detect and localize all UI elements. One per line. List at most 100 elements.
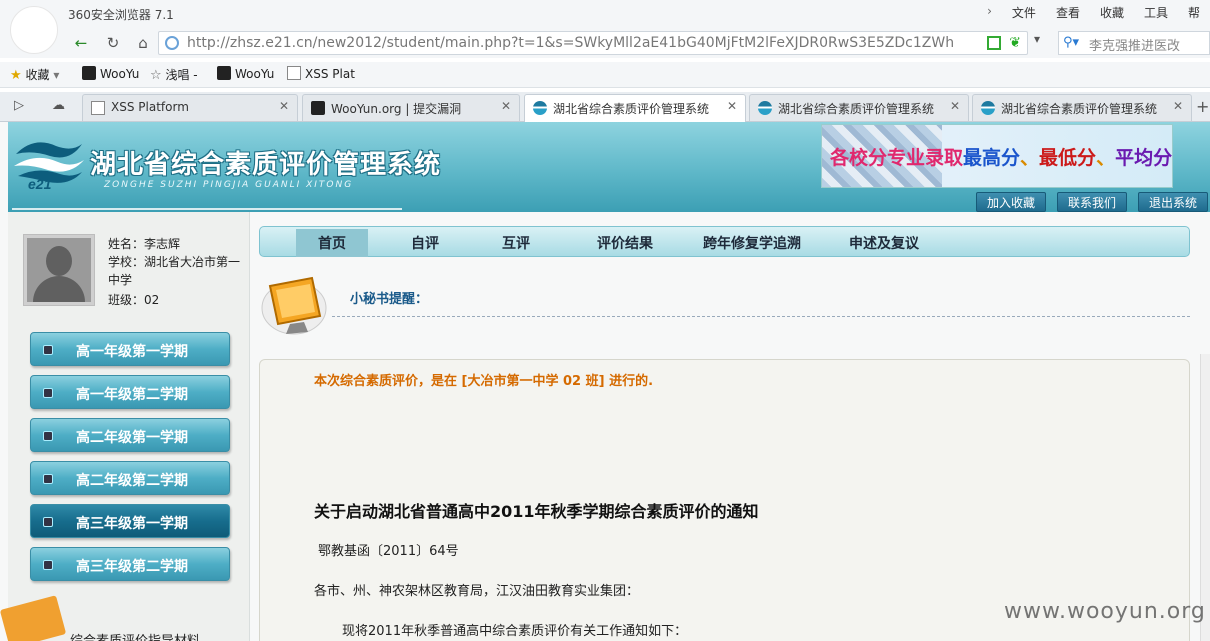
ad-text-sep: 、 — [1020, 147, 1040, 169]
semester-1-2-button[interactable]: 高一年级第二学期 — [30, 375, 230, 409]
page-icon — [91, 101, 105, 115]
student-name: 姓名：李志辉 — [108, 237, 181, 251]
divider — [332, 316, 1190, 317]
e21-icon — [758, 101, 772, 115]
watermark-text: www.wooyun.org — [1004, 599, 1206, 624]
e21-icon — [981, 101, 995, 115]
close-icon[interactable]: ✕ — [1173, 99, 1183, 113]
site-banner: e21 湖北省综合素质评价管理系统 ZONGHE SUZHI PINGJIA G… — [8, 122, 1210, 212]
semester-2-2-button[interactable]: 高二年级第二学期 — [30, 461, 230, 495]
nav-cross-year[interactable]: 跨年修复学追溯 — [703, 233, 801, 253]
tab-e21-active[interactable]: 湖北省综合素质评价管理系统 ✕ — [524, 94, 746, 122]
url-field[interactable]: http://zhsz.e21.cn/new2012/student/main.… — [158, 31, 1028, 55]
main-nav: 首页 自评 互评 评价结果 跨年修复学追溯 申述及复议 — [259, 226, 1190, 257]
qr-code-icon[interactable] — [987, 36, 1001, 50]
favorites-button[interactable]: ★ 收藏 ▾ — [10, 66, 59, 83]
person-silhouette-icon — [27, 238, 91, 302]
address-toolbar: ← ↻ ⌂ http://zhsz.e21.cn/new2012/student… — [0, 28, 1210, 58]
page-scrollbar[interactable] — [1200, 354, 1210, 641]
semester-label: 高三年级第二学期 — [76, 559, 188, 575]
back-arrow-icon[interactable]: ← — [70, 32, 92, 54]
browser-titlebar: 360安全浏览器 7.1 › 文件 查看 收藏 工具 帮 — [0, 0, 1210, 28]
bullet-icon — [43, 388, 53, 398]
wooyun-icon — [217, 66, 231, 80]
menu-help[interactable]: 帮 — [1178, 4, 1210, 21]
nav-appeal[interactable]: 申述及复议 — [849, 233, 919, 253]
semester-3-2-button[interactable]: 高三年级第二学期 — [30, 547, 230, 581]
url-dropdown-icon[interactable]: ▾ — [1034, 32, 1040, 46]
nav-peer-eval[interactable]: 互评 — [502, 233, 530, 253]
close-icon[interactable]: ✕ — [279, 99, 289, 113]
favorites-bar: ★ 收藏 ▾ WooYu ☆ 浅唱 - WooYu XSS Plat — [0, 62, 1210, 88]
secretary-reminder-label: 小秘书提醒： — [350, 292, 429, 307]
semester-label: 高一年级第一学期 — [76, 344, 188, 360]
semester-label: 高三年级第一学期 — [76, 516, 188, 532]
tab-bar: ▷ ☁ XSS Platform ✕ WooYun.org | 提交漏洞 ✕ 湖… — [0, 92, 1210, 122]
url-text[interactable]: http://zhsz.e21.cn/new2012/student/main.… — [187, 35, 987, 51]
guide-materials-link[interactable]: 综合素质评价指导材料 — [70, 630, 200, 641]
semester-label: 高二年级第二学期 — [76, 473, 188, 489]
avatar — [23, 234, 95, 306]
star-icon: ★ — [10, 68, 22, 83]
ad-text-3: 最低分 — [1039, 147, 1097, 169]
ad-banner[interactable]: 各校分专业录取最高分、最低分、平均分 — [821, 124, 1173, 188]
monitor-icon — [261, 276, 327, 335]
browser-logo — [10, 6, 58, 54]
semester-label: 高二年级第一学期 — [76, 430, 188, 446]
nav-self-eval[interactable]: 自评 — [411, 233, 439, 253]
tab-e21-3[interactable]: 湖北省综合素质评价管理系统 ✕ — [972, 94, 1192, 121]
logo-text: e21 — [28, 176, 52, 190]
logout-button[interactable]: 退出系统 — [1138, 192, 1209, 212]
semester-2-1-button[interactable]: 高二年级第一学期 — [30, 418, 230, 452]
star-outline-icon: ☆ — [150, 68, 162, 83]
fav-wooyu-2[interactable]: WooYu — [217, 66, 274, 81]
student-class: 班级：02 — [108, 293, 160, 307]
fav-label: WooYu — [235, 67, 275, 81]
menu-tools[interactable]: 工具 — [1134, 4, 1178, 21]
close-icon[interactable]: ✕ — [501, 99, 511, 113]
tab-xss-platform[interactable]: XSS Platform ✕ — [82, 94, 298, 121]
menu-bar: › 文件 查看 收藏 工具 帮 — [977, 4, 1210, 21]
page-icon — [287, 66, 301, 80]
chevron-right-icon[interactable]: › — [977, 4, 1002, 21]
ad-text-1: 各校分专业录取 — [830, 147, 964, 169]
sidebar-toggle-icon[interactable]: ▷ — [14, 98, 24, 113]
close-icon[interactable]: ✕ — [727, 99, 737, 113]
e21-logo-icon: e21 — [14, 142, 84, 190]
fav-wooyu-1[interactable]: WooYu — [82, 66, 139, 81]
tab-wooyun[interactable]: WooYun.org | 提交漏洞 ✕ — [302, 94, 520, 121]
tab-e21-2[interactable]: 湖北省综合素质评价管理系统 ✕ — [749, 94, 969, 121]
semester-3-1-button[interactable]: 高三年级第一学期 — [30, 504, 230, 538]
menu-favorites[interactable]: 收藏 — [1090, 4, 1134, 21]
close-icon[interactable]: ✕ — [950, 99, 960, 113]
cloud-icon[interactable]: ☁ — [52, 98, 65, 113]
search-field[interactable]: ⚲▾ 李克强推进医改 — [1058, 31, 1210, 55]
fav-xss[interactable]: XSS Plat — [287, 66, 355, 81]
menu-file[interactable]: 文件 — [1002, 4, 1046, 21]
contact-us-button[interactable]: 联系我们 — [1057, 192, 1128, 212]
refresh-icon[interactable]: ↻ — [102, 32, 124, 54]
leaf-icon[interactable]: ❦ — [1009, 35, 1021, 51]
tab-title: XSS Platform — [111, 100, 189, 114]
home-icon[interactable]: ⌂ — [132, 32, 154, 54]
ad-text-2: 最高分 — [963, 147, 1021, 169]
new-tab-button[interactable]: + — [1196, 97, 1209, 116]
nav-results[interactable]: 评价结果 — [597, 233, 653, 253]
add-favorite-button[interactable]: 加入收藏 — [976, 192, 1047, 212]
notice-salutation: 各市、州、神农架林区教育局，江汉油田教育实业集团： — [314, 584, 640, 599]
fav-label: XSS Plat — [305, 67, 355, 81]
menu-view[interactable]: 查看 — [1046, 4, 1090, 21]
semester-label: 高一年级第二学期 — [76, 387, 188, 403]
chevron-down-icon[interactable]: ▾ — [53, 68, 59, 82]
nav-home[interactable]: 首页 — [296, 229, 368, 257]
system-subtitle: ZONGHE SUZHI PINGJIA GUANLI XITONG — [104, 180, 354, 190]
fav-qianchang[interactable]: ☆ 浅唱 - — [150, 66, 198, 83]
tab-title: 湖北省综合素质评价管理系统 — [553, 102, 710, 116]
tab-title: 湖北省综合素质评价管理系统 — [778, 102, 935, 116]
semester-1-1-button[interactable]: 高一年级第一学期 — [30, 332, 230, 366]
tab-title: 湖北省综合素质评价管理系统 — [1001, 102, 1158, 116]
search-icon[interactable]: ⚲▾ — [1063, 35, 1079, 50]
notice-body: 现将2011年秋季普通高中综合素质评价有关工作通知如下： — [342, 624, 688, 639]
search-placeholder[interactable]: 李克强推进医改 — [1089, 35, 1180, 54]
banner-divider — [12, 208, 402, 210]
